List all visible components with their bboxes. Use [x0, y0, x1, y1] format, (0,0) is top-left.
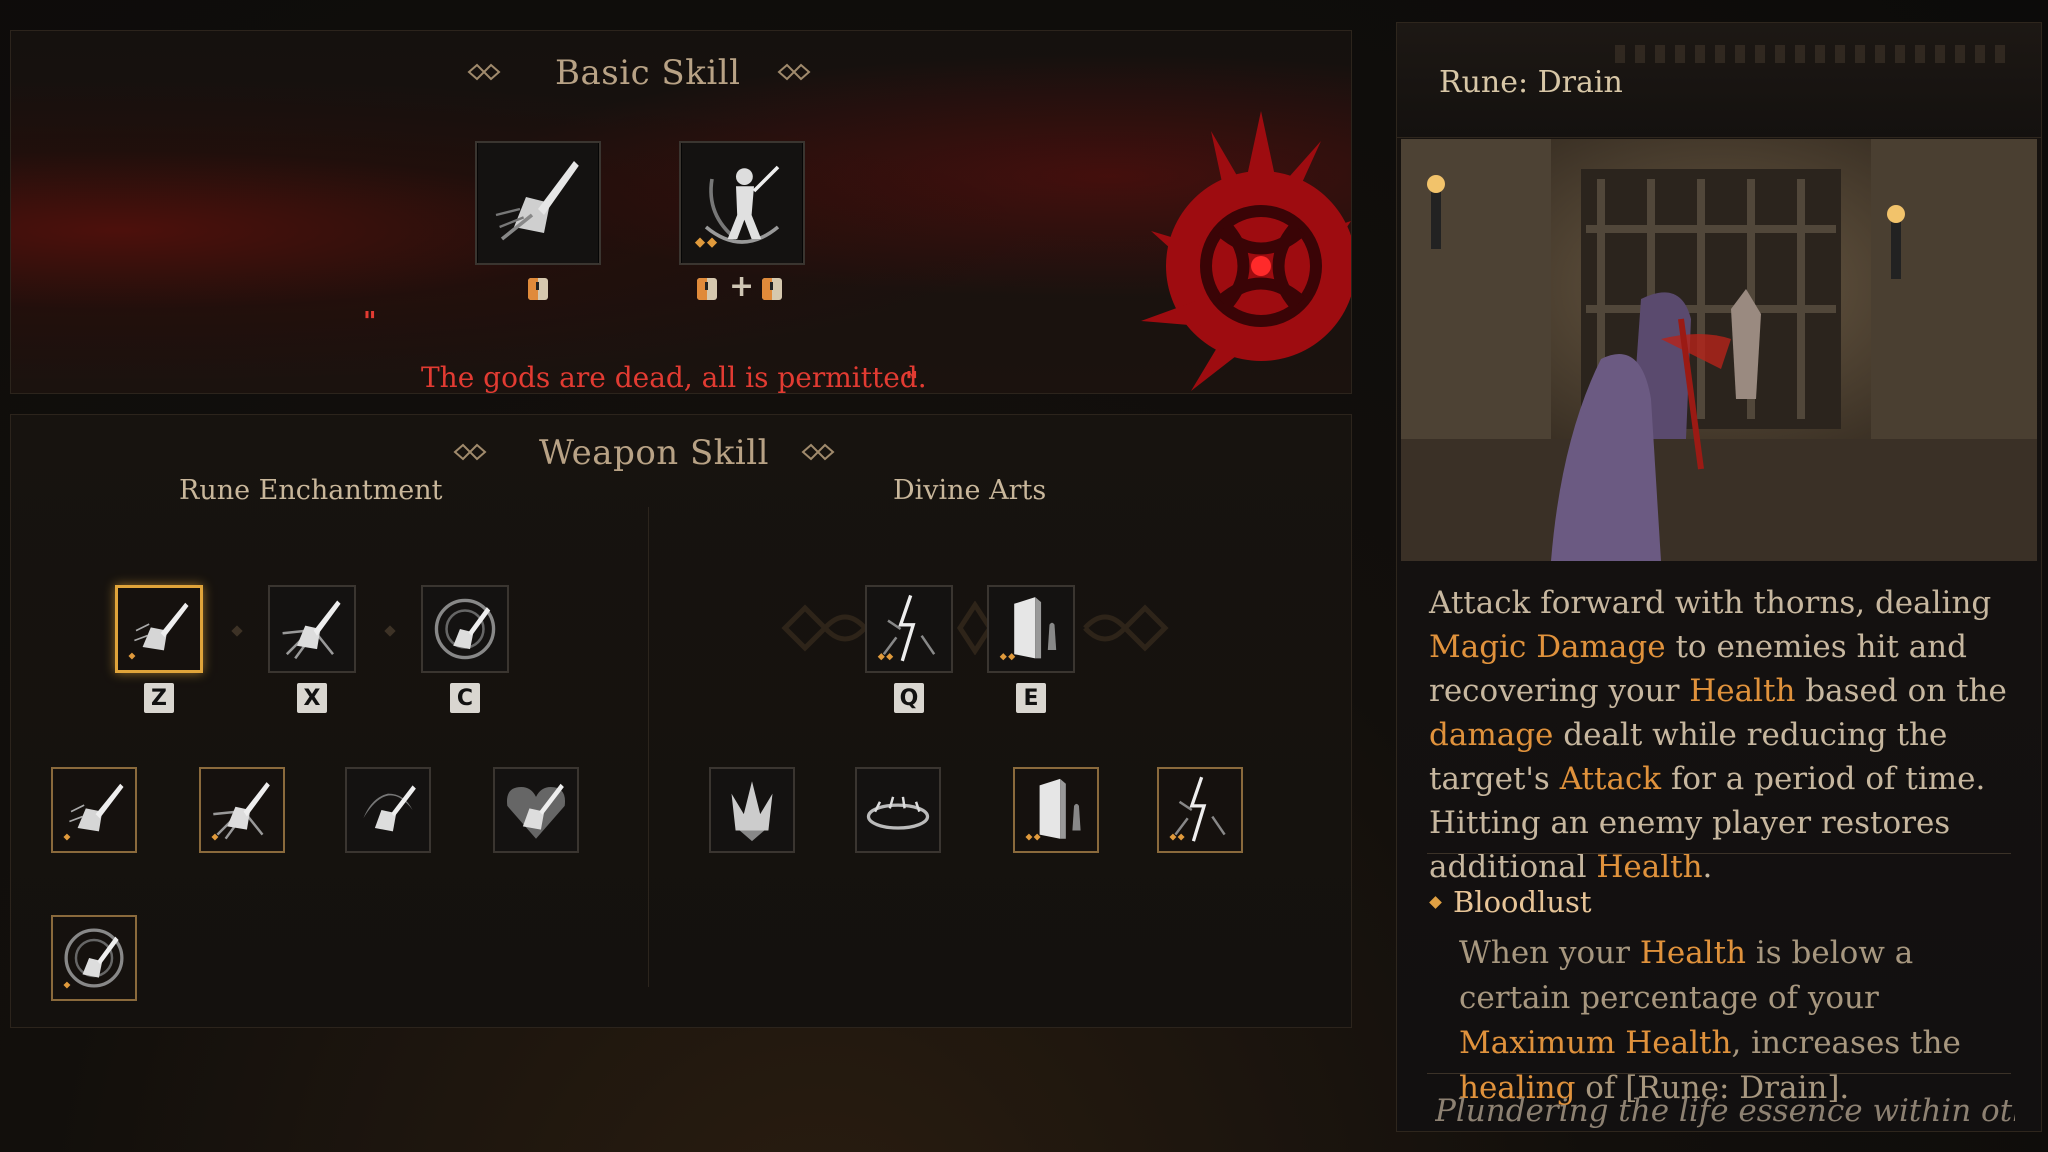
quote-open-icon: " — [363, 307, 377, 337]
desc-text: based on the — [1795, 673, 2007, 709]
thorn-sword-icon — [53, 769, 135, 851]
detail-header: Rune: Drain — [1397, 23, 2041, 138]
divine-pillar-skill[interactable] — [987, 585, 1075, 673]
preview-scene-icon — [1401, 139, 2037, 561]
desc-highlight-health-2: Health — [1596, 849, 1703, 885]
combo-attack-skill[interactable] — [679, 141, 805, 265]
connector-dot — [384, 625, 396, 637]
detail-title: Rune: Drain — [1439, 65, 1623, 100]
rune-emblem-icon — [1141, 111, 1351, 391]
desc-highlight-damage: damage — [1429, 717, 1554, 753]
basic-attack-skill[interactable] — [475, 141, 601, 265]
warrior-spin-icon — [682, 143, 802, 263]
burst-sword-icon — [201, 769, 283, 851]
rune-burst-skill[interactable] — [268, 585, 356, 673]
rune-skill-option-2[interactable] — [199, 767, 285, 853]
desc-highlight-attack: Attack — [1559, 761, 1662, 797]
sword-strike-icon — [478, 143, 598, 263]
divine-arts-ornament-icon — [781, 601, 1169, 655]
divider — [1427, 853, 2011, 854]
lightning-strike-icon — [867, 587, 951, 671]
ornament-right-icon — [777, 63, 811, 81]
skill-detail-panel: Rune: Drain Attack forward with thorns, … — [1396, 22, 2042, 1132]
key-q: Q — [894, 683, 924, 713]
rune-skill-option-5[interactable] — [51, 915, 137, 1001]
crown-spikes-icon — [711, 769, 793, 851]
rune-drain-skill[interactable] — [115, 585, 203, 673]
basic-skill-title: Basic Skill — [555, 53, 741, 93]
rune-skill-option-1[interactable] — [51, 767, 137, 853]
hooded-blade-icon — [347, 769, 429, 851]
ornament-left-icon — [453, 443, 487, 461]
desc-text: Attack forward with thorns, dealing — [1429, 585, 1992, 621]
desc-text: . — [1702, 849, 1713, 885]
heart-blade-icon — [495, 769, 577, 851]
burst-sword-icon — [270, 587, 354, 671]
mouse-left-icon — [528, 278, 548, 300]
skill-preview-image — [1401, 139, 2037, 561]
key-e: E — [1016, 683, 1046, 713]
skill-description: Attack forward with thorns, dealing Magi… — [1429, 581, 2029, 889]
mouse-left-icon-combo-2 — [762, 278, 782, 300]
bl-highlight-max-health: Maximum Health — [1459, 1025, 1732, 1061]
bloodlust-title: Bloodlust — [1453, 885, 1592, 919]
ornament-right-icon — [801, 443, 835, 461]
key-c: C — [450, 683, 480, 713]
weapon-skill-title: Weapon Skill — [539, 433, 770, 473]
rune-vortex-skill[interactable] — [421, 585, 509, 673]
lightning-strike-icon — [1159, 769, 1241, 851]
rune-enchantment-title: Rune Enchantment — [179, 475, 443, 506]
thorn-sword-icon — [118, 588, 200, 670]
divine-skill-option-1[interactable] — [709, 767, 795, 853]
lore-text: Plundering the life essence within other… — [1435, 1093, 2015, 1129]
plus-icon: + — [729, 269, 755, 304]
quote-close-icon: " — [905, 367, 919, 394]
bl-text: , increases the — [1731, 1025, 1961, 1061]
vortex-sword-icon — [423, 587, 507, 671]
column-divider — [648, 507, 649, 987]
desc-highlight-health: Health — [1689, 673, 1796, 709]
stone-pillar-icon — [989, 587, 1073, 671]
ground-ring-icon — [857, 769, 939, 851]
weapon-skill-panel: Weapon Skill Rune Enchantment Divine Art… — [10, 414, 1352, 1028]
vortex-sword-icon — [53, 917, 135, 999]
divine-skill-option-3[interactable] — [1013, 767, 1099, 853]
desc-highlight-magic-damage: Magic Damage — [1429, 629, 1666, 665]
ornament-left-icon — [467, 63, 501, 81]
divine-arts-title: Divine Arts — [893, 475, 1047, 506]
bloodlust-description: When your Health is below a certain perc… — [1459, 931, 2029, 1111]
divine-lightning-skill[interactable] — [865, 585, 953, 673]
bl-text: When your — [1459, 935, 1640, 971]
key-x: X — [297, 683, 327, 713]
mouse-left-icon-combo-1 — [697, 278, 717, 300]
connector-dot — [231, 625, 243, 637]
header-filigree-icon — [1615, 45, 2015, 63]
stone-pillar-icon — [1015, 769, 1097, 851]
diamond-bullet-icon — [1429, 896, 1442, 909]
basic-skill-quote: The gods are dead, all is permitted. — [421, 361, 927, 394]
rune-skill-option-3[interactable] — [345, 767, 431, 853]
divider — [1427, 1073, 2011, 1074]
rune-skill-option-4[interactable] — [493, 767, 579, 853]
key-z: Z — [144, 683, 174, 713]
divine-skill-option-4[interactable] — [1157, 767, 1243, 853]
bl-highlight-health: Health — [1639, 935, 1747, 971]
divine-skill-option-2[interactable] — [855, 767, 941, 853]
basic-skill-panel: Basic Skill + " The gods are dead, all i… — [10, 30, 1352, 394]
